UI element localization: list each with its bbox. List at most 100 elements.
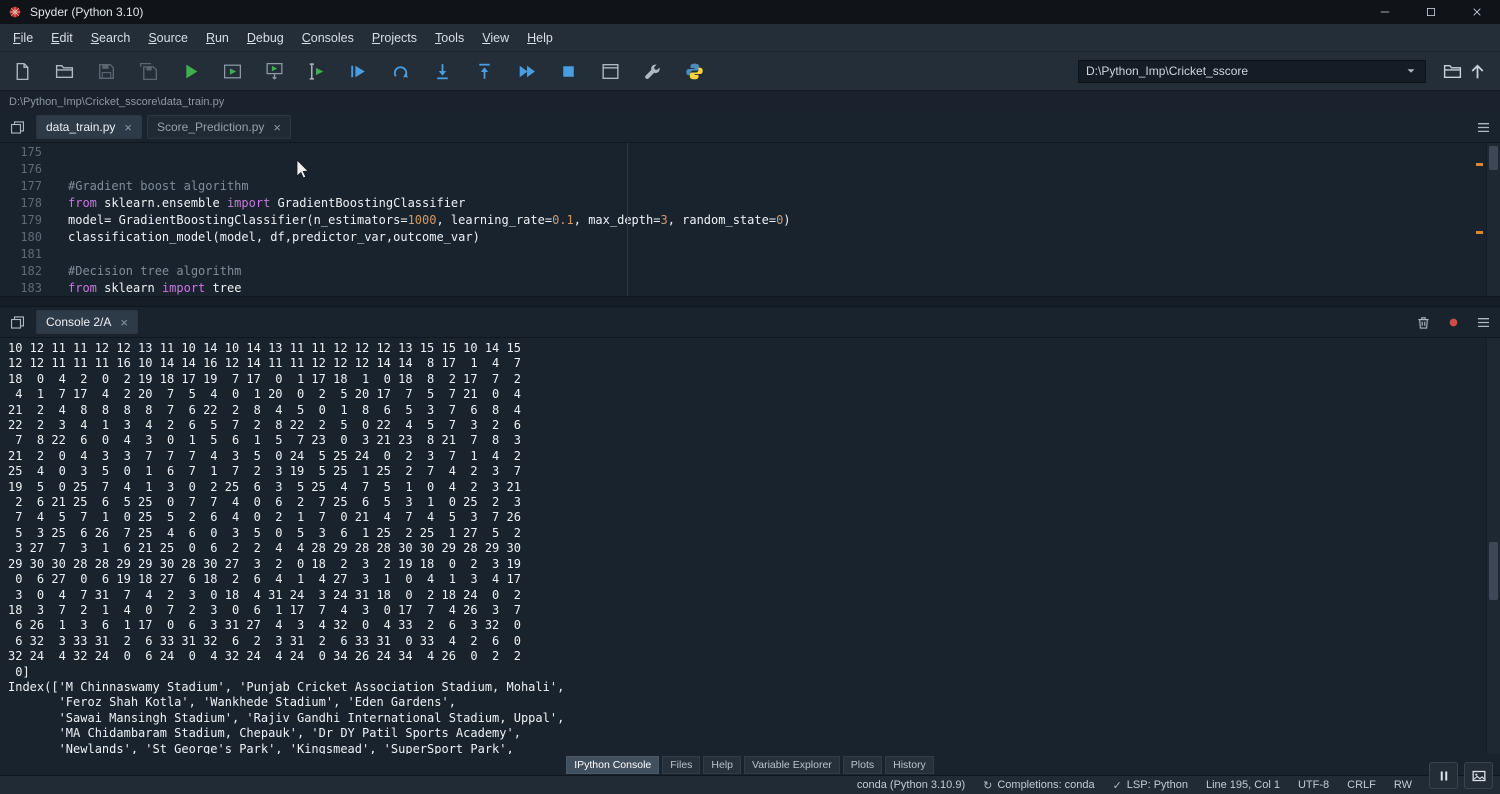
line-number: 180 (0, 229, 42, 246)
minimize-icon (1379, 6, 1391, 18)
scrollbar-handle[interactable] (1489, 146, 1498, 170)
statusbar-text: Line 195, Col 1 (1206, 779, 1280, 791)
browse-directory-button[interactable] (1440, 59, 1465, 84)
pause-icon (1435, 767, 1453, 785)
minimize-button[interactable] (1362, 0, 1408, 24)
browse-tabs-button[interactable] (6, 116, 28, 138)
debug-file-button[interactable] (346, 59, 371, 84)
step-return-button[interactable] (472, 59, 497, 84)
menu-view[interactable]: View (473, 28, 518, 48)
remove-console-button[interactable] (1412, 311, 1434, 333)
python-env-button[interactable] (682, 59, 707, 84)
plots-panel-button[interactable] (1464, 762, 1493, 789)
editor-tabs: data_train.py × Score_Prediction.py × (36, 115, 291, 139)
working-directory-combobox[interactable]: D:\Python_Imp\Cricket_sscore (1078, 60, 1426, 83)
line-number: 182 (0, 263, 42, 280)
code-editor[interactable]: 175176177178179180181182183 #Gradient bo… (0, 143, 1500, 296)
tab-label: Score_Prediction.py (157, 120, 264, 134)
menu-consoles[interactable]: Consoles (293, 28, 363, 48)
maximize-button[interactable] (1408, 0, 1454, 24)
menu-search[interactable]: Search (82, 28, 140, 48)
editor-tab-data-train-py[interactable]: data_train.py × (36, 115, 142, 139)
menubar: FileEditSearchSourceRunDebugConsolesProj… (0, 24, 1500, 51)
open-file-icon (54, 61, 75, 82)
run-selection-icon (306, 61, 327, 82)
breadcrumb: D:\Python_Imp\Cricket_sscore\data_train.… (0, 91, 1500, 112)
statusbar-text: UTF-8 (1298, 779, 1329, 791)
statusbar-text: Completions: conda (997, 779, 1094, 791)
statusbar-cursor-position: Line 195, Col 1 (1206, 779, 1280, 791)
close-button[interactable] (1454, 0, 1500, 24)
pane-tab-files[interactable]: Files (662, 756, 700, 774)
titlebar: Spyder (Python 3.10) (0, 0, 1500, 24)
interrupt-kernel-button[interactable] (1442, 311, 1464, 333)
pause-button[interactable] (1429, 762, 1458, 789)
console-pane: Console 2/A× 10 12 11 11 12 12 13 11 10 … (0, 307, 1500, 754)
step-into-button[interactable] (430, 59, 455, 84)
save-file-icon (96, 61, 117, 82)
pane-tab-history[interactable]: History (885, 756, 934, 774)
line-number: 176 (0, 161, 42, 178)
code-line-175 (68, 144, 791, 161)
save-file-button[interactable] (94, 59, 119, 84)
run-cell-advance-button[interactable] (262, 59, 287, 84)
editor-tabbar: data_train.py × Score_Prediction.py × (0, 112, 1500, 143)
console-scrollbar[interactable] (1486, 338, 1500, 754)
statusbar: conda (Python 3.10.9)↻Completions: conda… (0, 775, 1500, 794)
preferences-icon (642, 61, 663, 82)
menu-tools[interactable]: Tools (426, 28, 473, 48)
tab-label: data_train.py (46, 120, 115, 134)
line-number: 179 (0, 212, 42, 229)
step-over-button[interactable] (388, 59, 413, 84)
pane-tab-ipython-console[interactable]: IPython Console (566, 756, 659, 774)
run-selection-button[interactable] (304, 59, 329, 84)
menu-projects[interactable]: Projects (363, 28, 426, 48)
pane-splitter[interactable] (0, 296, 1500, 307)
statusbar-completions: ↻ Completions: conda (983, 779, 1094, 792)
close-tab-icon[interactable]: × (273, 121, 281, 134)
code-area[interactable]: #Gradient boost algorithmfrom sklearn.en… (56, 143, 791, 296)
stop-debugging-button[interactable] (556, 59, 581, 84)
open-file-button[interactable] (52, 59, 77, 84)
menu-debug[interactable]: Debug (238, 28, 293, 48)
menu-help[interactable]: Help (518, 28, 562, 48)
console-options-button[interactable] (1472, 311, 1494, 333)
sync-icon: ↻ (983, 779, 992, 792)
editor-pane: data_train.py×Score_Prediction.py× 17517… (0, 112, 1500, 296)
console-tab-console-2-a[interactable]: Console 2/A× (36, 310, 138, 334)
editor-options-button[interactable] (1472, 116, 1494, 138)
image-panel-icon (1470, 767, 1488, 785)
browse-console-tabs-button[interactable] (6, 311, 28, 333)
close-tab-icon[interactable]: × (120, 316, 128, 329)
console-body[interactable]: 10 12 11 11 12 12 13 11 10 14 10 14 13 1… (0, 338, 1500, 754)
save-all-button[interactable] (136, 59, 161, 84)
continue-execution-button[interactable] (514, 59, 539, 84)
console-tabbar: Console 2/A× (0, 307, 1500, 338)
editor-tab-score-prediction-py[interactable]: Score_Prediction.py × (147, 115, 291, 139)
pane-tab-help[interactable]: Help (703, 756, 741, 774)
new-file-button[interactable] (10, 59, 35, 84)
check-icon: ✓ (1113, 779, 1122, 792)
pane-tab-plots[interactable]: Plots (843, 756, 882, 774)
menu-file[interactable]: File (4, 28, 42, 48)
arrow-up-icon (1467, 61, 1488, 82)
hamburger-menu-icon (1475, 314, 1492, 331)
statusbar-text: RW (1394, 779, 1412, 791)
console-output[interactable]: 10 12 11 11 12 12 13 11 10 14 10 14 13 1… (0, 338, 1500, 754)
run-cell-button[interactable] (220, 59, 245, 84)
run-file-button[interactable] (178, 59, 203, 84)
pane-tab-variable-explorer[interactable]: Variable Explorer (744, 756, 840, 774)
menu-source[interactable]: Source (139, 28, 197, 48)
menu-run[interactable]: Run (197, 28, 238, 48)
run-cell-icon (222, 61, 243, 82)
preferences-button[interactable] (640, 59, 665, 84)
editor-scrollbar[interactable] (1486, 143, 1500, 296)
hamburger-menu-icon (1475, 119, 1492, 136)
menu-edit[interactable]: Edit (42, 28, 82, 48)
close-tab-icon[interactable]: × (124, 121, 132, 134)
scrollbar-handle[interactable] (1489, 542, 1498, 600)
maximize-pane-button[interactable] (598, 59, 623, 84)
folder-icon (1442, 61, 1463, 82)
line-number: 175 (0, 144, 42, 161)
parent-directory-button[interactable] (1465, 59, 1490, 84)
